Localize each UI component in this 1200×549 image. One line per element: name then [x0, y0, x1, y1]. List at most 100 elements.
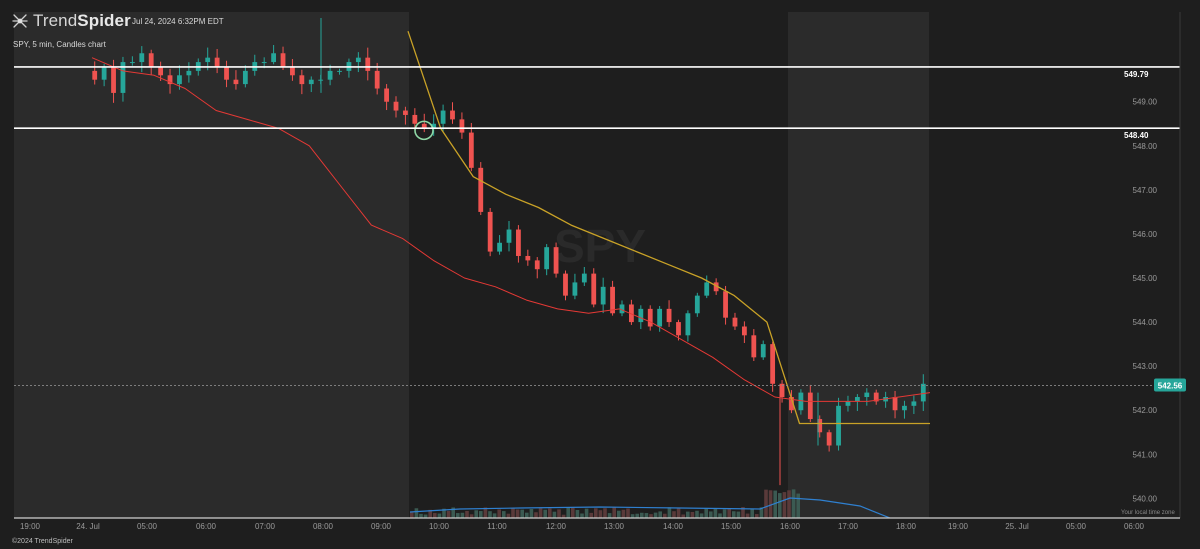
volume-bar — [603, 508, 607, 518]
volume-bar — [640, 512, 644, 518]
price-tick-label: 547.00 — [1133, 186, 1158, 195]
candle-body — [854, 397, 860, 402]
candle-body — [534, 260, 540, 270]
time-tick-label: 17:00 — [838, 522, 859, 531]
candle-body — [450, 110, 455, 120]
volume-bar — [589, 512, 593, 518]
volume-bar — [796, 493, 800, 518]
candle-body — [271, 53, 277, 63]
time-tick-label: 05:00 — [1066, 522, 1087, 531]
candle-body — [704, 282, 710, 296]
time-tick-label: 25. Jul — [1005, 522, 1029, 531]
candle-body — [591, 273, 597, 305]
candle-body — [468, 132, 474, 168]
candle-body — [290, 66, 295, 76]
volume-bar — [644, 513, 649, 518]
volume-bar — [787, 490, 791, 518]
copyright: ©2024 TrendSpider — [12, 538, 73, 545]
candle-body — [261, 62, 267, 64]
watermark: SPY — [554, 220, 646, 272]
price-tick-label: 541.00 — [1133, 450, 1158, 459]
header-date: Jul 24, 2024 6:32PM EDT — [132, 17, 224, 26]
price-badges: 542.56 — [1154, 378, 1186, 392]
candle-body — [807, 392, 813, 420]
price-tick-label: 543.00 — [1133, 362, 1158, 371]
time-tick-label: 08:00 — [313, 522, 334, 531]
candle-body — [741, 326, 747, 336]
candle-body — [337, 70, 342, 72]
brand[interactable]: TrendSpider — [12, 11, 131, 31]
volume-bar — [460, 512, 465, 518]
volume-bar — [667, 507, 672, 518]
candle-body — [101, 66, 107, 80]
candle-body — [148, 53, 154, 67]
candle-body — [600, 286, 606, 305]
candle-body — [487, 211, 493, 252]
candle-body — [657, 308, 663, 327]
volume-bar — [520, 509, 524, 518]
candle-body — [412, 114, 418, 124]
candle-body — [525, 255, 531, 261]
volume-bar — [575, 509, 580, 518]
premarket-shade — [14, 12, 409, 518]
volume-bar — [626, 508, 630, 518]
volume-bar — [571, 507, 575, 518]
candle-body — [440, 110, 446, 124]
candle-body — [723, 291, 728, 318]
price-tick-label: 544.00 — [1133, 318, 1158, 327]
candle-body — [760, 344, 766, 358]
candle-body — [902, 405, 907, 411]
volume-bar — [617, 510, 621, 518]
candle-body — [224, 66, 229, 80]
candle-body — [478, 167, 484, 212]
volume-bar — [791, 489, 796, 518]
volume-bar — [419, 513, 423, 518]
volume-bar — [713, 508, 718, 518]
candle-body — [563, 273, 568, 296]
time-tick-label: 15:00 — [721, 522, 742, 531]
candle-body — [214, 57, 220, 67]
candlestick-chart[interactable]: SPY 549.79 548.40 540.00 541.00 542.00 543.0… — [0, 0, 1200, 549]
time-tick-label: 09:00 — [371, 522, 392, 531]
time-tick-label: 19:00 — [948, 522, 969, 531]
candle-body — [327, 70, 333, 80]
volume-bar — [456, 513, 460, 518]
volume-bar — [718, 513, 722, 518]
time-tick-label: 14:00 — [663, 522, 684, 531]
volume-bar — [621, 509, 626, 518]
candle-body — [732, 317, 738, 327]
volume-bar — [584, 508, 589, 518]
candle-body — [92, 70, 98, 80]
volume-bar — [488, 511, 492, 518]
candle-body — [497, 242, 502, 252]
time-tick-label: 05:00 — [137, 522, 158, 531]
candle-body — [572, 282, 578, 296]
volume-bar — [511, 508, 515, 518]
chart-area[interactable]: SPY 549.79 548.40 540.00 541.00 542.00 543.0… — [0, 0, 1200, 549]
candle-body — [506, 229, 512, 243]
volume-bar — [732, 511, 736, 518]
time-tick-label: 11:00 — [487, 522, 507, 531]
volume-bar — [515, 509, 520, 518]
candle-body — [242, 70, 248, 85]
trendspider-logo-icon — [12, 14, 28, 28]
volume-bar — [607, 513, 612, 518]
volume-bar — [497, 509, 501, 518]
volume-bar — [699, 513, 704, 518]
volume-bar — [529, 508, 534, 518]
price-tick-label: 540.00 — [1133, 494, 1158, 503]
volume-bar — [538, 508, 543, 518]
candle-body — [826, 432, 832, 446]
time-tick-label: 10:00 — [429, 522, 450, 531]
time-tick-label: 12:00 — [546, 522, 567, 531]
candle-body — [459, 119, 465, 133]
volume-bar — [676, 508, 681, 518]
candle-body — [280, 53, 286, 67]
candle-body — [393, 101, 399, 111]
candle-body — [666, 308, 672, 323]
candle-body — [836, 405, 841, 446]
volume-bar — [736, 511, 741, 518]
timezone-note[interactable]: Your local time zone — [1121, 510, 1175, 516]
candle-body — [892, 397, 898, 411]
candle-body — [845, 401, 851, 406]
